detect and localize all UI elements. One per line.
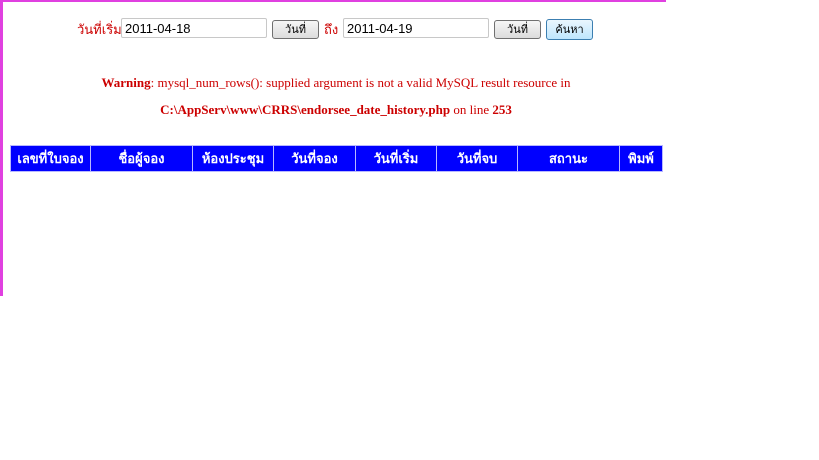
to-label: ถึง bbox=[324, 22, 339, 37]
php-warning-location: C:\AppServ\www\CRRS\endorsee_date_histor… bbox=[0, 102, 672, 118]
column-header-booking-date: วันที่จอง bbox=[273, 145, 356, 172]
column-header-print: พิมพ์ bbox=[619, 145, 663, 172]
column-header-booking-number: เลขที่ใบจอง bbox=[10, 145, 91, 172]
warning-on-line-text: on line bbox=[450, 102, 493, 117]
end-date-input[interactable] bbox=[343, 18, 489, 38]
column-header-booker-name: ชื่อผู้จอง bbox=[90, 145, 193, 172]
start-date-label: วันที่เริ่ม bbox=[77, 22, 122, 37]
column-header-start-date: วันที่เริ่ม bbox=[355, 145, 437, 172]
column-header-status: สถานะ bbox=[517, 145, 620, 172]
page-frame-top-border bbox=[0, 0, 666, 2]
php-warning-message: Warning: mysql_num_rows(): supplied argu… bbox=[0, 75, 672, 91]
column-header-meeting-room: ห้องประชุม bbox=[192, 145, 274, 172]
table-header-row: เลขที่ใบจอง ชื่อผู้จอง ห้องประชุม วันที่… bbox=[10, 145, 663, 172]
warning-line-number: 253 bbox=[492, 102, 512, 117]
booking-history-table: เลขที่ใบจอง ชื่อผู้จอง ห้องประชุม วันที่… bbox=[10, 145, 663, 172]
start-date-input[interactable] bbox=[121, 18, 267, 38]
start-date-picker-button[interactable]: วันที่ bbox=[272, 20, 319, 39]
page-frame-left-border bbox=[0, 0, 3, 296]
search-button[interactable]: ค้นหา bbox=[546, 19, 593, 40]
warning-file-path: C:\AppServ\www\CRRS\endorsee_date_histor… bbox=[160, 102, 451, 117]
end-date-picker-button[interactable]: วันที่ bbox=[494, 20, 541, 39]
warning-text: : mysql_num_rows(): supplied argument is… bbox=[150, 75, 571, 90]
date-search-form: วันที่เริ่ม วันที่ ถึง วันที่ ค้นหา bbox=[0, 18, 666, 42]
column-header-end-date: วันที่จบ bbox=[436, 145, 518, 172]
warning-prefix: Warning bbox=[101, 75, 151, 90]
